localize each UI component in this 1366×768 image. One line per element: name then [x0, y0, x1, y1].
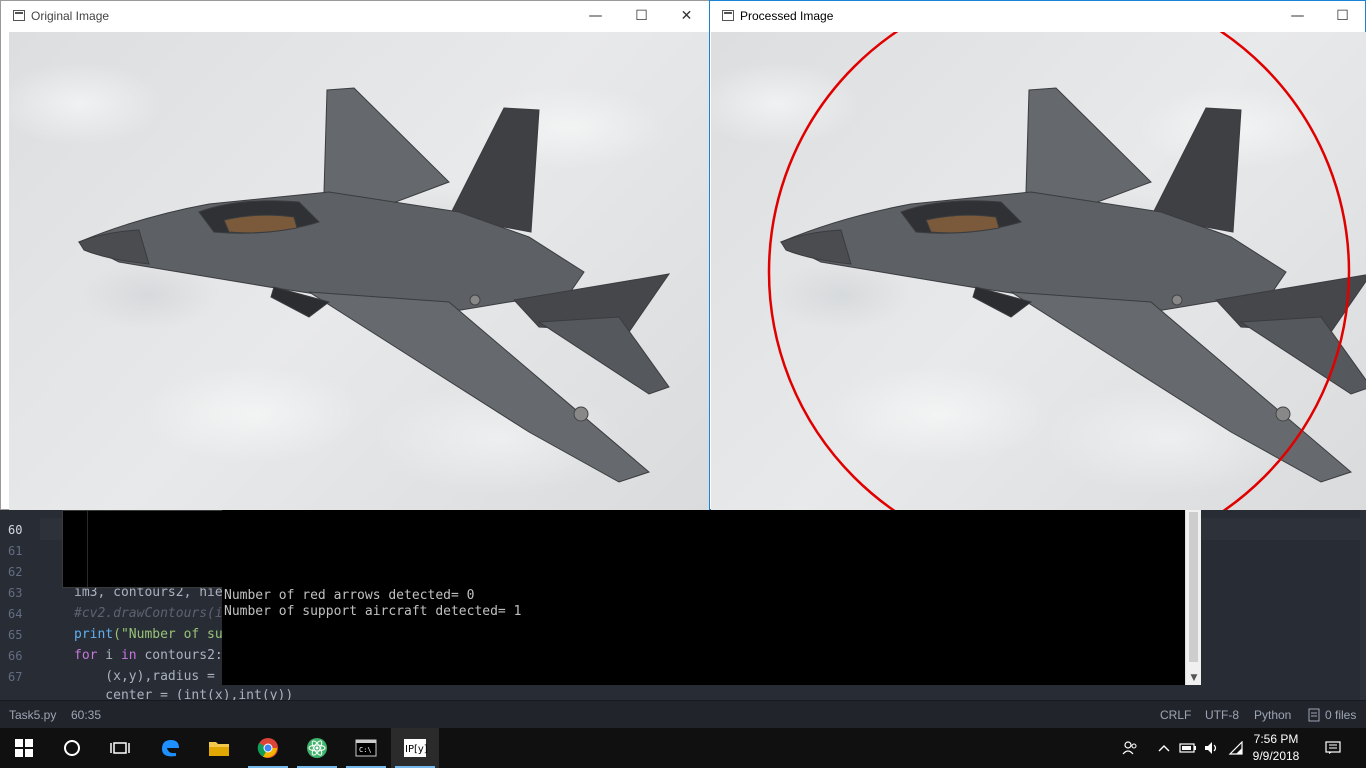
- code-line-67[interactable]: (x,y),radius = c: [74, 669, 230, 684]
- folder-icon: [209, 742, 229, 756]
- terminal-output-line: Number of support aircraft detected= 1: [224, 604, 522, 619]
- start-button[interactable]: [0, 728, 48, 768]
- status-file-name[interactable]: Task5.py: [9, 708, 56, 722]
- title-bar[interactable]: Original Image — ☐ ✕: [1, 1, 709, 31]
- code-token: i: [97, 648, 121, 663]
- line-number: 66: [8, 649, 23, 663]
- terminal-window[interactable]: Number of red arrows detected= 0 Number …: [222, 510, 1201, 685]
- volume-icon[interactable]: [1202, 728, 1222, 768]
- code-token: contours2:: [136, 648, 223, 663]
- clock-date: 9/9/2018: [1252, 749, 1300, 763]
- taskbar-app-chrome[interactable]: [244, 728, 292, 768]
- taskbar-app-cmd[interactable]: C:\: [342, 728, 390, 768]
- status-cursor-position[interactable]: 60:35: [71, 708, 101, 722]
- line-number-gutter: 60 61 62 63 64 65 66 67: [0, 510, 40, 700]
- line-number: 62: [8, 565, 23, 579]
- scrollbar-thumb[interactable]: [1189, 512, 1198, 662]
- status-bar: Task5.py 60:35 CRLF UTF-8 Python 0 files: [0, 700, 1366, 728]
- code-line-64[interactable]: #cv2.drawContours(im: [74, 606, 231, 621]
- line-number: 61: [8, 544, 23, 558]
- svg-text:IP[y]:: IP[y]:: [405, 744, 427, 755]
- atom-icon: [307, 738, 327, 758]
- code-token: print: [74, 627, 114, 642]
- system-clock[interactable]: 7:56 PM 9/9/2018: [1248, 731, 1304, 765]
- action-center-icon[interactable]: [1318, 728, 1348, 768]
- clock-time: 7:56 PM: [1253, 732, 1299, 746]
- windows-logo-icon: [15, 739, 33, 757]
- task-view-button[interactable]: [96, 728, 144, 768]
- edge-icon: [162, 740, 179, 757]
- taskbar-app-edge[interactable]: [146, 728, 194, 768]
- code-token: in: [120, 648, 137, 663]
- code-token: ("Number of sup: [113, 627, 231, 642]
- svg-text:C:\: C:\: [359, 746, 372, 754]
- ipython-icon: IP[y]:: [404, 739, 427, 757]
- taskbar-app-file-explorer[interactable]: [195, 728, 243, 768]
- window-app-icon: [722, 10, 734, 21]
- status-encoding[interactable]: UTF-8: [1205, 708, 1239, 722]
- status-files-count[interactable]: 0 files: [1325, 708, 1356, 722]
- terminal-scrollbar[interactable]: ▼: [1185, 510, 1201, 685]
- detection-overlay: [767, 32, 1351, 510]
- processed-image-window[interactable]: Processed Image — ☐: [709, 0, 1366, 510]
- chrome-icon: [257, 738, 278, 758]
- processed-image-view[interactable]: [711, 32, 1366, 510]
- command-prompt-icon: C:\: [355, 739, 377, 757]
- line-number: 64: [8, 607, 23, 621]
- line-number: 63: [8, 586, 23, 600]
- taskbar-app-ipython[interactable]: IP[y]:: [391, 728, 439, 768]
- wifi-icon[interactable]: [1226, 728, 1246, 768]
- desktop: 60 61 62 63 64 65 66 67 im3, contours2, …: [0, 0, 1366, 768]
- code-line-66[interactable]: for i in contours2:: [74, 648, 223, 663]
- line-number: 60: [8, 523, 23, 537]
- status-line-ending[interactable]: CRLF: [1160, 708, 1191, 722]
- show-hidden-icons-chevron-icon[interactable]: [1154, 728, 1174, 768]
- scroll-down-arrow-icon[interactable]: ▼: [1186, 673, 1202, 683]
- cortana-search-button[interactable]: [48, 728, 96, 768]
- code-line-65[interactable]: print("Number of sup: [74, 627, 231, 642]
- line-number: 65: [8, 628, 23, 642]
- maximize-button[interactable]: ☐: [1320, 1, 1365, 31]
- taskbar-app-atom[interactable]: [293, 728, 341, 768]
- terminal-output-line: Number of red arrows detected= 0: [224, 588, 475, 603]
- status-grammar[interactable]: Python: [1254, 708, 1291, 722]
- line-number: 67: [8, 670, 23, 684]
- task-view-icon: [110, 742, 130, 754]
- people-icon[interactable]: [1118, 728, 1142, 768]
- window-app-icon: [13, 10, 25, 21]
- cortana-ring-icon: [64, 740, 80, 756]
- window-title: Processed Image: [740, 9, 834, 23]
- close-button[interactable]: ✕: [664, 1, 709, 31]
- original-image-view[interactable]: [9, 32, 709, 510]
- taskbar: C:\ IP[y]: 7:56 PM 9/9/2018: [0, 728, 1366, 768]
- editor-scrollbar[interactable]: [1360, 510, 1366, 700]
- battery-icon[interactable]: [1178, 728, 1198, 768]
- maximize-button[interactable]: ☐: [619, 1, 664, 31]
- git-files-icon: [1308, 708, 1320, 725]
- window-title: Original Image: [31, 9, 110, 23]
- title-bar[interactable]: Processed Image — ☐: [710, 1, 1365, 31]
- detection-circle: [767, 32, 1351, 510]
- minimize-button[interactable]: —: [1275, 1, 1320, 31]
- code-token: for: [74, 648, 98, 663]
- minimize-button[interactable]: —: [573, 1, 618, 31]
- fighter-jet-image: [77, 87, 671, 483]
- original-image-window[interactable]: Original Image — ☐ ✕: [0, 0, 710, 510]
- code-line-68[interactable]: center = (int(x),int(y)): [74, 688, 293, 700]
